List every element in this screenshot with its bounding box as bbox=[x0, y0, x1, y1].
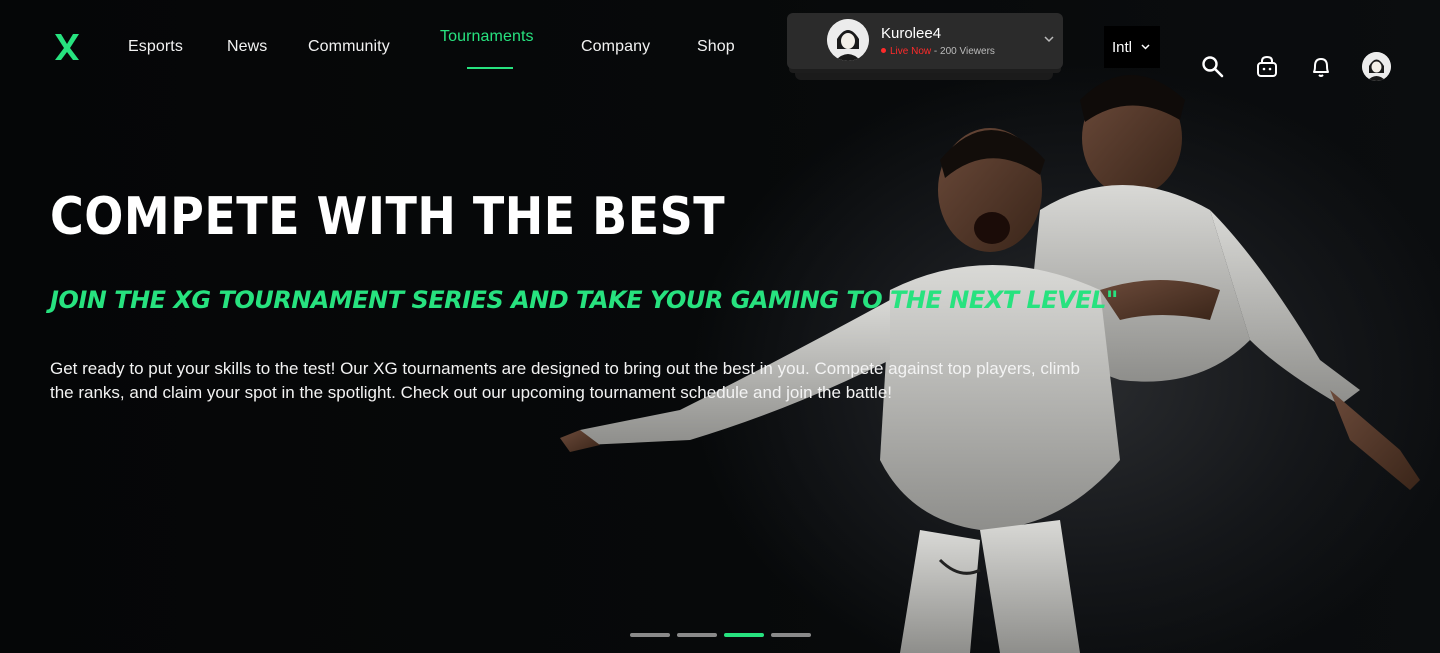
live-stream-card[interactable]: Kurolee4 Live Now - 200 Viewers bbox=[787, 13, 1063, 69]
carousel-dot-3[interactable] bbox=[724, 633, 764, 637]
chevron-down-icon bbox=[1141, 44, 1150, 50]
nav-link-tournaments[interactable]: Tournaments bbox=[440, 28, 534, 46]
hero-title: COMPETE WITH THE BEST bbox=[50, 186, 726, 247]
live-label: Live Now bbox=[890, 46, 932, 57]
top-navigation: Esports News Community Tournaments Compa… bbox=[0, 0, 1440, 90]
streamer-avatar bbox=[827, 19, 869, 61]
streamer-name: Kurolee4 bbox=[881, 25, 942, 42]
region-label: Intl bbox=[1112, 39, 1133, 56]
nav-link-community[interactable]: Community bbox=[308, 38, 390, 56]
stream-separator: - bbox=[933, 46, 938, 57]
carousel-indicators bbox=[630, 633, 811, 637]
hero-subtitle: JOIN THE XG TOURNAMENT SERIES AND TAKE Y… bbox=[50, 286, 1118, 314]
viewer-count: 200 Viewers bbox=[940, 46, 995, 57]
carousel-dot-1[interactable] bbox=[630, 633, 670, 637]
xg-logo-icon[interactable] bbox=[52, 30, 82, 64]
nav-link-esports[interactable]: Esports bbox=[128, 38, 183, 56]
search-icon[interactable] bbox=[1200, 54, 1226, 80]
nav-link-shop[interactable]: Shop bbox=[697, 38, 735, 56]
stream-status: Live Now - 200 Viewers bbox=[881, 46, 995, 57]
chevron-down-icon[interactable] bbox=[1043, 33, 1055, 45]
carousel-dot-4[interactable] bbox=[771, 633, 811, 637]
hero-description: Get ready to put your skills to the test… bbox=[50, 359, 1080, 402]
nav-link-company[interactable]: Company bbox=[581, 38, 650, 56]
carousel-dot-2[interactable] bbox=[677, 633, 717, 637]
notification-bell-icon[interactable] bbox=[1308, 54, 1334, 80]
cart-icon[interactable] bbox=[1254, 54, 1280, 80]
nav-link-news[interactable]: News bbox=[227, 38, 267, 56]
active-tab-underline bbox=[467, 67, 513, 69]
live-indicator-icon bbox=[881, 48, 886, 53]
region-selector[interactable]: Intl bbox=[1104, 26, 1160, 68]
profile-avatar[interactable] bbox=[1362, 52, 1391, 81]
